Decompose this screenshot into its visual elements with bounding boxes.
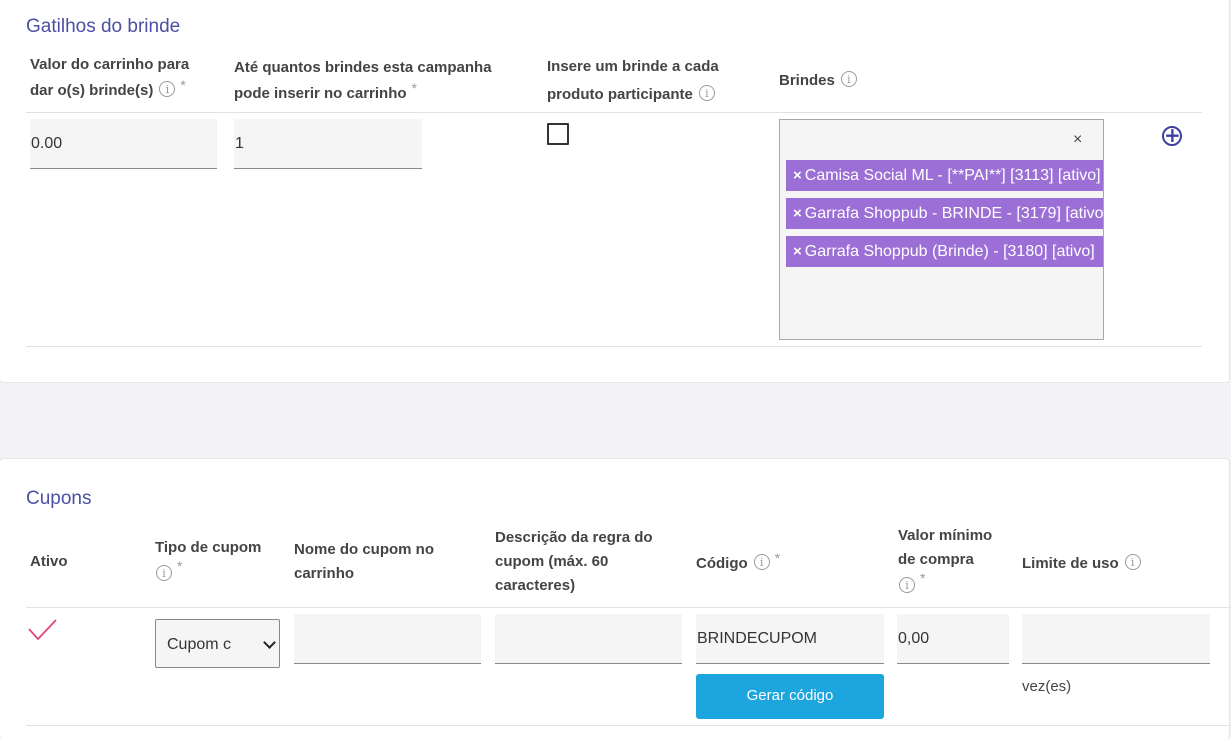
info-icon[interactable]: i xyxy=(753,554,770,571)
max-gifts-header-line2: pode inserir no carrinho xyxy=(234,85,407,102)
info-icon[interactable]: i xyxy=(156,565,172,582)
gift-tag-label: Garrafa Shoppub (Brinde) - [3180] [ativo… xyxy=(804,243,1095,260)
gift-tag-label: Camisa Social ML - [**PAI**] [3113] [ati… xyxy=(804,167,1101,184)
usage-unit-label: vez(es) xyxy=(1022,678,1072,695)
coupon-desc-header-line2: cupom (máx. 60 xyxy=(495,553,609,570)
row-divider xyxy=(26,346,1202,347)
coupon-name-header-line1: Nome do cupom no xyxy=(294,541,434,558)
required-mark: * xyxy=(180,77,186,93)
cart-value-header-line2: dar o(s) brinde(s) xyxy=(30,82,154,99)
min-value-header: Valor mínimo de compra i * xyxy=(898,524,992,596)
coupon-desc-header: Descrição da regra do cupom (máx. 60 car… xyxy=(495,526,653,598)
cart-value-header-line1: Valor do carrinho para xyxy=(30,56,190,73)
coupon-name-header-line2: carrinho xyxy=(294,565,355,582)
active-header: Ativo xyxy=(30,553,68,570)
coupons-title: Cupons xyxy=(26,488,92,509)
required-mark: * xyxy=(177,558,183,574)
clear-all-icon[interactable]: × xyxy=(1073,131,1082,149)
plus-circle-icon[interactable]: + xyxy=(1162,125,1182,146)
remove-tag-icon[interactable]: × xyxy=(793,205,802,222)
min-value-header-line2: de compra xyxy=(898,551,974,568)
gift-triggers-title: Gatilhos do brinde xyxy=(26,16,181,37)
gift-tag-label: Garrafa Shoppub - BRINDE - [3179] [ativo… xyxy=(804,205,1104,222)
per-product-checkbox[interactable] xyxy=(547,123,569,145)
coupon-name-header: Nome do cupom no carrinho xyxy=(294,538,434,586)
chevron-down-icon xyxy=(263,636,276,649)
per-product-header: Insere um brinde a cada produto particip… xyxy=(547,53,719,109)
max-gifts-input[interactable] xyxy=(234,119,422,169)
max-gifts-header: Até quantos brindes esta campanha pode i… xyxy=(234,55,492,107)
code-header-label: Código xyxy=(696,555,748,572)
coupon-type-select[interactable]: Cupom c xyxy=(155,619,280,668)
gifts-multiselect[interactable]: × × Camisa Social ML - [**PAI**] [3113] [… xyxy=(779,119,1104,340)
coupon-type-value: Cupom c xyxy=(167,636,232,653)
gift-tag: × Garrafa Shoppub (Brinde) - [3180] [ativ… xyxy=(786,236,1103,267)
info-icon[interactable]: i xyxy=(840,71,857,88)
coupon-type-header-label: Tipo de cupom xyxy=(155,539,262,556)
usage-limit-header: Limite de uso i xyxy=(1022,552,1141,576)
coupon-type-header: Tipo de cupom i * xyxy=(155,536,261,584)
coupon-code-input[interactable] xyxy=(696,614,884,664)
gift-tag: × Garrafa Shoppub - BRINDE - [3179] [ativ… xyxy=(786,198,1104,229)
info-icon[interactable]: i xyxy=(159,81,176,98)
coupon-header-divider xyxy=(26,607,1231,608)
usage-limit-header-label: Limite de uso xyxy=(1022,555,1119,572)
required-mark: * xyxy=(774,550,781,566)
checkmark-icon[interactable] xyxy=(28,618,58,642)
usage-limit-input[interactable] xyxy=(1022,614,1210,664)
remove-tag-icon[interactable]: × xyxy=(793,243,802,260)
cart-value-input[interactable] xyxy=(30,119,217,169)
gift-tag: × Camisa Social ML - [**PAI**] [3113] [at… xyxy=(786,160,1103,191)
gifts-header: Brindes i xyxy=(779,68,857,94)
coupon-description-input[interactable] xyxy=(495,614,682,664)
required-mark: * xyxy=(411,80,417,96)
generate-code-button[interactable]: Gerar código xyxy=(696,674,884,719)
coupons-card xyxy=(0,458,1230,739)
info-icon[interactable]: i xyxy=(1124,554,1141,571)
header-divider xyxy=(26,112,1202,113)
required-mark: * xyxy=(920,570,926,586)
coupon-name-input[interactable] xyxy=(294,614,481,664)
max-gifts-header-line1: Até quantos brindes esta campanha xyxy=(234,59,492,76)
coupon-row-divider xyxy=(26,725,1231,726)
gifts-header-label: Brindes xyxy=(779,72,835,89)
min-value-input[interactable] xyxy=(897,614,1009,664)
remove-tag-icon[interactable]: × xyxy=(793,167,802,184)
cart-value-header: Valor do carrinho para dar o(s) brinde(s… xyxy=(30,52,189,104)
coupon-desc-header-line3: caracteres) xyxy=(495,577,576,594)
info-icon[interactable]: i xyxy=(899,577,915,594)
min-value-header-line1: Valor mínimo xyxy=(898,527,993,544)
per-product-header-line2: produto participante xyxy=(547,86,693,103)
info-icon[interactable]: i xyxy=(698,85,715,102)
coupon-desc-header-line1: Descrição da regra do xyxy=(495,529,653,546)
code-header: Código i * xyxy=(696,550,781,576)
per-product-header-line1: Insere um brinde a cada xyxy=(547,58,719,75)
